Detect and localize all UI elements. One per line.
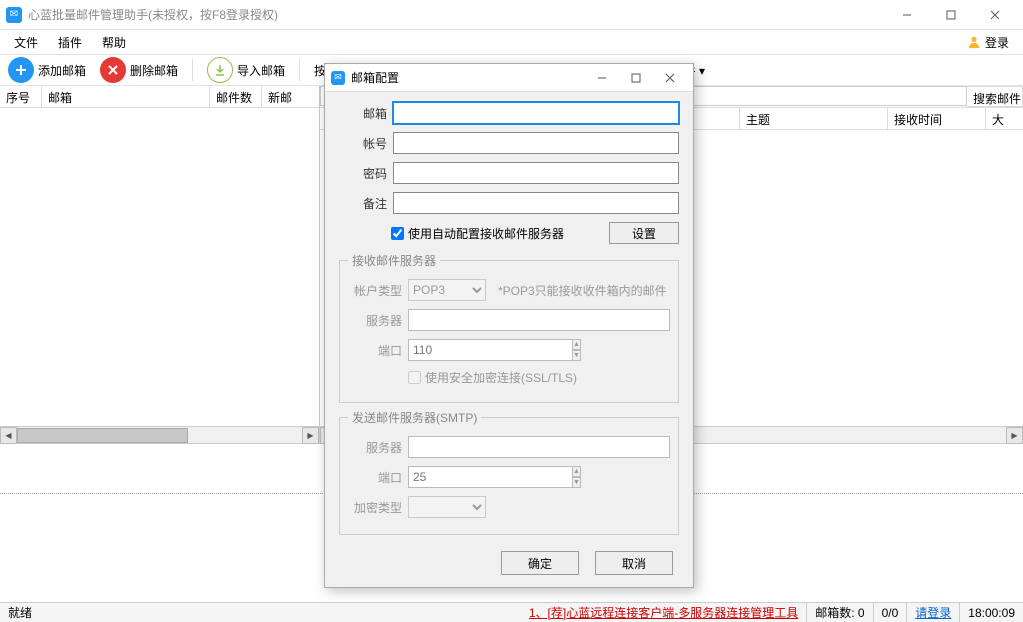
menu-login[interactable]: 登录 (957, 31, 1019, 54)
chevron-down-icon: ▼ (573, 477, 581, 488)
chevron-up-icon: ▲ (573, 339, 581, 350)
dialog-titlebar[interactable]: ✉ 邮箱配置 (325, 64, 693, 92)
window-title: 心蓝批量邮件管理助手(未授权，按F8登录授权) (28, 6, 885, 23)
close-button[interactable] (973, 1, 1017, 29)
dialog-title: 邮箱配置 (351, 69, 585, 86)
col-recv-time[interactable]: 接收时间 (888, 108, 986, 129)
send-legend: 发送邮件服务器(SMTP) (348, 409, 481, 426)
recv-ssl-label: 使用安全加密连接(SSL/TLS) (425, 369, 577, 386)
label-send-port: 端口 (348, 469, 402, 486)
label-send-server: 服务器 (348, 439, 402, 456)
left-column-headers: 序号 邮箱 邮件数 新邮 (0, 86, 319, 108)
col-count[interactable]: 邮件数 (210, 86, 262, 107)
add-mailbox-button[interactable]: 添加邮箱 (4, 55, 90, 85)
menu-file[interactable]: 文件 (4, 31, 48, 54)
label-remark: 备注 (339, 195, 387, 212)
scroll-left-icon[interactable]: ◀ (0, 427, 17, 444)
import-icon (207, 57, 233, 83)
status-ready: 就绪 (0, 603, 40, 622)
remark-input[interactable] (393, 192, 679, 214)
menu-help[interactable]: 帮助 (92, 31, 136, 54)
mailbox-config-dialog: ✉ 邮箱配置 邮箱 帐号 密码 备注 使用自动配置接收邮件服务器 设 (324, 63, 694, 588)
label-account: 帐号 (339, 135, 387, 152)
recv-server-input (408, 309, 670, 331)
password-input[interactable] (393, 162, 679, 184)
label-mailbox: 邮箱 (339, 105, 387, 122)
status-login-link[interactable]: 请登录 (907, 603, 960, 622)
status-time: 18:00:09 (960, 603, 1023, 622)
x-icon (100, 57, 126, 83)
auto-config-checkbox[interactable] (391, 227, 404, 240)
enc-type-select (408, 496, 486, 518)
receive-server-group: 接收邮件服务器 帐户类型 POP3 *POP3只能接收收件箱内的邮件 服务器 端… (339, 252, 679, 403)
settings-button[interactable]: 设置 (609, 222, 679, 244)
receive-legend: 接收邮件服务器 (348, 252, 440, 269)
recv-port-input (408, 339, 573, 361)
scroll-right-icon[interactable]: ▶ (1006, 427, 1023, 444)
label-account-type: 帐户类型 (348, 282, 402, 299)
status-mailbox-count: 邮箱数: 0 (807, 603, 873, 622)
delete-mailbox-button[interactable]: 删除邮箱 (96, 55, 182, 85)
chevron-up-icon: ▲ (573, 466, 581, 477)
mailbox-list-pane: 序号 邮箱 邮件数 新邮 ◀ ▶ (0, 86, 320, 443)
recv-port-stepper: ▲▼ (408, 339, 480, 361)
cancel-button[interactable]: 取消 (595, 551, 673, 575)
app-icon: ✉ (6, 7, 22, 23)
window-titlebar: ✉ 心蓝批量邮件管理助手(未授权，按F8登录授权) (0, 0, 1023, 30)
label-password: 密码 (339, 165, 387, 182)
maximize-button[interactable] (929, 1, 973, 29)
auto-config-label: 使用自动配置接收邮件服务器 (408, 225, 564, 242)
left-grid-body[interactable] (0, 108, 319, 426)
account-type-select: POP3 (408, 279, 486, 301)
pop3-hint: *POP3只能接收收件箱内的邮件 (498, 282, 667, 299)
left-hscroll[interactable]: ◀ ▶ (0, 426, 319, 443)
search-button[interactable]: 搜索邮件 (967, 86, 1023, 107)
label-recv-port: 端口 (348, 342, 402, 359)
plus-icon (8, 57, 34, 83)
status-ratio: 0/0 (874, 603, 908, 622)
send-server-input (408, 436, 670, 458)
col-subject[interactable]: 主题 (740, 108, 888, 129)
account-input[interactable] (393, 132, 679, 154)
dialog-close-button[interactable] (653, 67, 687, 89)
minimize-button[interactable] (885, 1, 929, 29)
scroll-right-icon[interactable]: ▶ (302, 427, 319, 444)
menu-bar: 文件 插件 帮助 登录 (0, 30, 1023, 54)
col-new[interactable]: 新邮 (262, 86, 319, 107)
chevron-down-icon: ▼ (573, 350, 581, 361)
send-port-input (408, 466, 573, 488)
recv-ssl-checkbox (408, 371, 421, 384)
send-server-group: 发送邮件服务器(SMTP) 服务器 端口 ▲▼ 加密类型 (339, 409, 679, 535)
col-mailbox[interactable]: 邮箱 (42, 86, 210, 107)
status-promo[interactable]: 1、[荐]心蓝远程连接客户端-多服务器连接管理工具 (521, 603, 807, 622)
mailbox-input[interactable] (393, 102, 679, 124)
label-recv-server: 服务器 (348, 312, 402, 329)
menu-plugin[interactable]: 插件 (48, 31, 92, 54)
dialog-icon: ✉ (331, 71, 345, 85)
dialog-button-row: 确定 取消 (325, 539, 693, 587)
import-mailbox-button[interactable]: 导入邮箱 (203, 55, 289, 85)
label-enc-type: 加密类型 (348, 499, 402, 516)
ok-button[interactable]: 确定 (501, 551, 579, 575)
col-size[interactable]: 大 (986, 108, 1023, 129)
user-icon (967, 35, 981, 49)
col-seq[interactable]: 序号 (0, 86, 42, 107)
send-port-stepper: ▲▼ (408, 466, 480, 488)
toolbar-separator (192, 59, 193, 81)
dialog-minimize-button[interactable] (585, 67, 619, 89)
dialog-maximize-button[interactable] (619, 67, 653, 89)
toolbar-separator (299, 59, 300, 81)
status-bar: 就绪 1、[荐]心蓝远程连接客户端-多服务器连接管理工具 邮箱数: 0 0/0 … (0, 602, 1023, 622)
